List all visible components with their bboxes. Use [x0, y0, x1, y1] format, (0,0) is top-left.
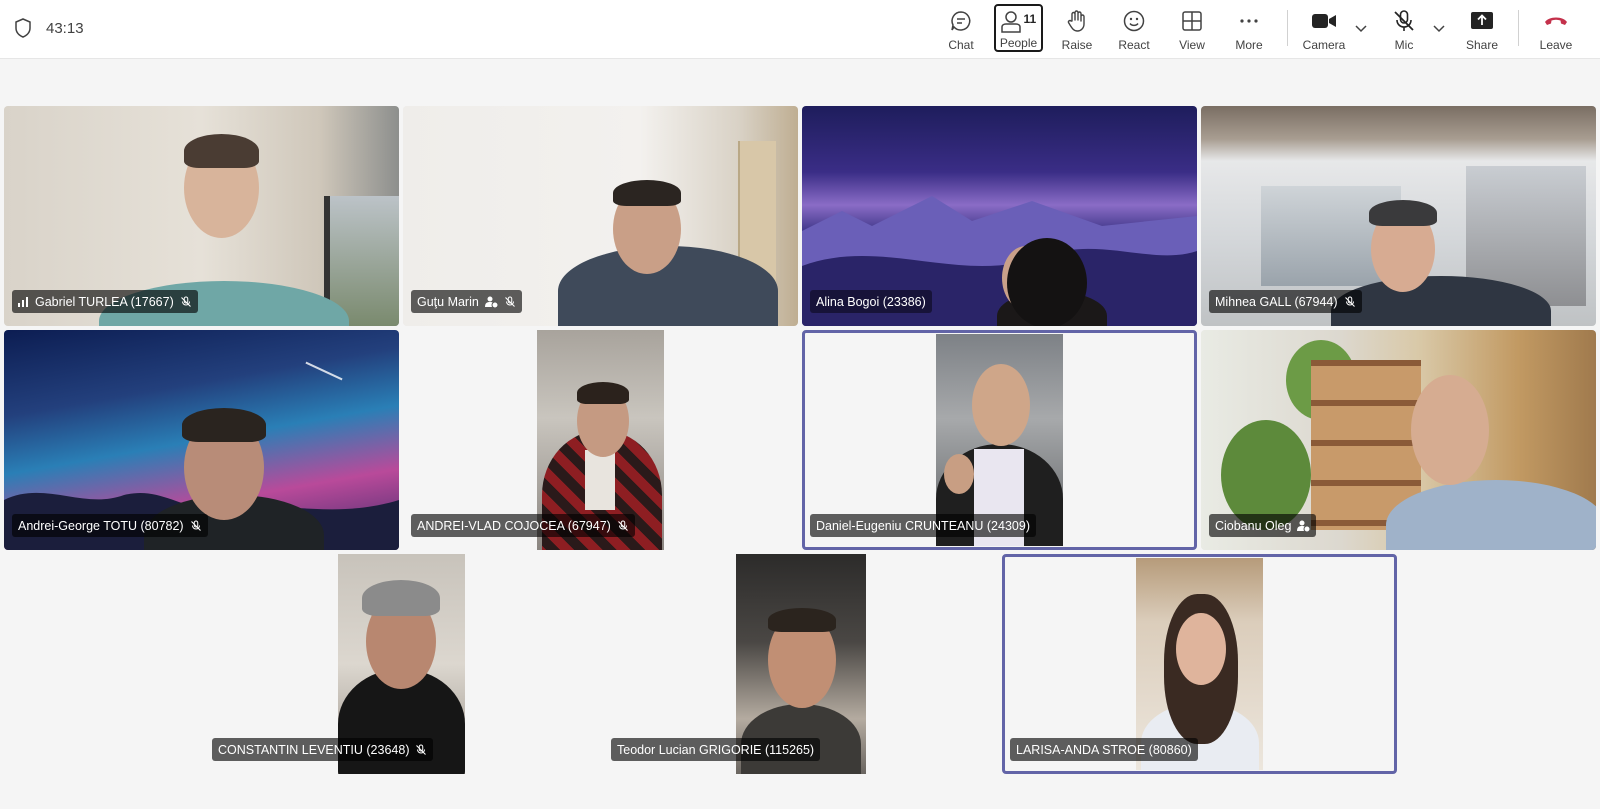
participant-hair [577, 382, 629, 404]
participant-tile[interactable]: Teodor Lucian GRIGORIE (115265) [603, 554, 998, 774]
participant-tile[interactable]: LARISA-ANDA STROE (80860) [1002, 554, 1397, 774]
participant-name-tag: Gabriel TURLEA (17667) [12, 290, 198, 313]
participant-head [1176, 613, 1226, 685]
chevron-down-icon[interactable] [1431, 20, 1447, 36]
signal-icon [18, 297, 28, 307]
share-button[interactable]: Share [1465, 4, 1499, 52]
more-label: More [1235, 38, 1263, 52]
participant-head [1411, 375, 1489, 485]
participant-tile[interactable]: ANDREI-VLAD COJOCEA (67947) [403, 330, 798, 550]
mic-off-icon [504, 296, 515, 307]
participant-tile[interactable]: Andrei-George TOTU (80782) [4, 330, 399, 550]
participant-name: Alina Bogoi (23386) [816, 294, 926, 309]
participant-name-tag: Andrei-George TOTU (80782) [12, 514, 208, 537]
participant-tile[interactable]: Ciobanu Oleg [1201, 330, 1596, 550]
camera-icon [1312, 14, 1336, 28]
mic-label: Mic [1394, 38, 1414, 52]
leave-phone-icon [1545, 17, 1567, 25]
participant-tile[interactable]: Alina Bogoi (23386) [802, 106, 1197, 326]
participant-name-tag: Daniel-Eugeniu CRUNTEANU (24309) [810, 514, 1036, 537]
view-label: View [1179, 38, 1205, 52]
toolbar-divider [1287, 10, 1288, 46]
participant-tile[interactable]: CONSTANTIN LEVENTIU (23648) [204, 554, 599, 774]
participant-tile[interactable]: Gabriel TURLEA (17667) [4, 106, 399, 326]
leave-label: Leave [1539, 38, 1573, 52]
participant-head [972, 364, 1030, 446]
participant-name: Andrei-George TOTU (80782) [18, 518, 184, 533]
more-icon [1240, 19, 1258, 23]
participant-name-tag: Ciobanu Oleg [1209, 514, 1317, 537]
share-icon [1471, 12, 1493, 29]
leave-button[interactable]: Leave [1539, 4, 1573, 52]
more-button[interactable]: More [1234, 4, 1264, 52]
mic-off-icon [190, 520, 201, 531]
participant-name-tag: LARISA-ANDA STROE (80860) [1010, 738, 1198, 761]
participant-hair [613, 180, 681, 206]
mic-off-icon [1344, 296, 1355, 307]
people-label: People [999, 36, 1038, 50]
mic-off-icon [416, 744, 427, 755]
participant-hair [184, 134, 259, 168]
view-button[interactable]: View [1177, 4, 1207, 52]
camera-button[interactable]: Camera [1302, 4, 1346, 52]
chat-icon [951, 11, 971, 31]
participant-name: Ciobanu Oleg [1215, 518, 1292, 533]
people-count: 11 [1023, 12, 1037, 26]
call-timer: 43:13 [46, 20, 84, 37]
participant-name: Daniel-Eugeniu CRUNTEANU (24309) [816, 518, 1030, 533]
people-icon [1000, 11, 1021, 33]
mic-off-icon [180, 296, 191, 307]
participant-name: Teodor Lucian GRIGORIE (115265) [617, 742, 815, 757]
participant-name-tag: Alina Bogoi (23386) [810, 290, 932, 313]
participant-hair [1007, 238, 1087, 326]
mic-off-icon [1394, 10, 1414, 31]
shooting-star [305, 361, 343, 381]
participant-shirt [585, 450, 615, 510]
raise-label: Raise [1061, 38, 1093, 52]
participant-hair [1369, 200, 1437, 226]
participant-hair [182, 408, 266, 442]
participant-name: Mihnea GALL (67944) [1215, 294, 1338, 309]
react-label: React [1118, 38, 1150, 52]
react-button[interactable]: React [1118, 4, 1150, 52]
mic-button[interactable]: Mic [1389, 4, 1419, 52]
participant-tile[interactable]: Mihnea GALL (67944) [1201, 106, 1596, 326]
raise-hand-button[interactable]: Raise [1062, 4, 1092, 52]
presenter-icon [484, 296, 498, 308]
participant-name: ANDREI-VLAD COJOCEA (67947) [417, 518, 611, 533]
mic-off-icon [617, 520, 628, 531]
participant-name: Gabriel TURLEA (17667) [35, 294, 174, 309]
shield-icon [15, 18, 31, 38]
react-icon [1123, 10, 1145, 32]
participant-name-tag: Teodor Lucian GRIGORIE (115265) [611, 738, 821, 761]
toolbar-divider [1518, 10, 1519, 46]
participant-tile[interactable]: Guţu Marin [403, 106, 798, 326]
people-button[interactable]: 11 People [994, 4, 1043, 52]
raise-hand-icon [1067, 10, 1085, 32]
presenter-icon [1297, 520, 1311, 532]
chevron-down-icon[interactable] [1353, 20, 1369, 36]
camera-label: Camera [1302, 38, 1346, 52]
chat-label: Chat [948, 38, 974, 52]
participant-name: Guţu Marin [417, 294, 479, 309]
participant-hair [768, 608, 836, 632]
participant-hair [362, 580, 440, 616]
participant-name-tag: Mihnea GALL (67944) [1209, 290, 1362, 313]
participant-name-tag: CONSTANTIN LEVENTIU (23648) [212, 738, 434, 761]
participant-name: LARISA-ANDA STROE (80860) [1016, 742, 1192, 757]
chat-button[interactable]: Chat [946, 4, 976, 52]
participant-name-tag: Guţu Marin [411, 290, 522, 313]
participant-name: CONSTANTIN LEVENTIU (23648) [218, 742, 410, 757]
participant-tile[interactable]: Daniel-Eugeniu CRUNTEANU (24309) [802, 330, 1197, 550]
participant-name-tag: ANDREI-VLAD COJOCEA (67947) [411, 514, 635, 537]
participant-hand [944, 454, 974, 494]
view-icon [1182, 11, 1202, 31]
share-label: Share [1465, 38, 1499, 52]
meeting-toolbar: 43:13 Chat 11 People Raise React View Mo… [0, 0, 1600, 59]
